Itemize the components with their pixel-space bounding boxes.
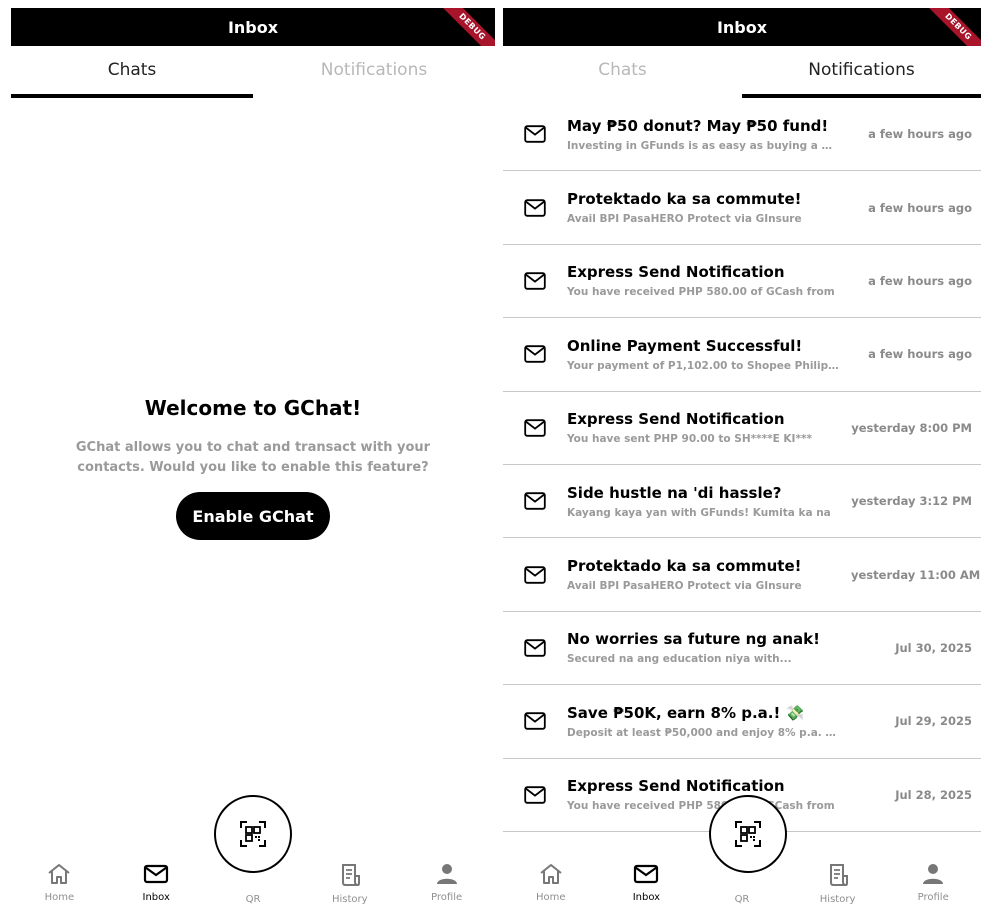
notification-body: Secured na ang education niya with...: [567, 653, 792, 666]
notification-title: No worries sa future ng anak!: [567, 630, 821, 649]
qr-scan-icon: [240, 821, 266, 847]
notification-item[interactable]: Protektado ka sa commute! Avail BPI PasaH…: [503, 538, 981, 612]
nav-history[interactable]: History: [301, 850, 398, 916]
mail-icon: [503, 786, 567, 804]
notification-time: a few hours ago: [868, 347, 972, 362]
notification-title: Express Send Notification: [567, 777, 785, 796]
nav-label: Inbox: [632, 892, 661, 903]
notification-time: a few hours ago: [868, 200, 972, 215]
nav-profile[interactable]: Profile: [398, 850, 495, 916]
notification-time: Jul 30, 2025: [895, 640, 972, 655]
nav-label: History: [819, 894, 856, 905]
notification-item[interactable]: Side hustle na 'di hassle? Kayang kaya ya…: [503, 465, 981, 539]
tab-chats[interactable]: Chats: [11, 46, 253, 98]
app-bar: Inbox: [503, 8, 981, 46]
notifications-screen: Inbox DEBUG Chats Notifications May ₱50 …: [503, 8, 981, 916]
mail-icon: [503, 712, 567, 731]
notification-item[interactable]: No worries sa future ng anak! Secured na …: [503, 612, 981, 686]
tab-notifications[interactable]: Notifications: [742, 46, 981, 98]
nav-inbox[interactable]: Inbox: [108, 850, 205, 916]
nav-label: Home: [44, 892, 75, 903]
tab-bar: Chats Notifications: [503, 46, 981, 98]
notification-title: Online Payment Successful!: [567, 336, 803, 355]
mail-icon: [503, 639, 567, 657]
home-icon: [48, 864, 71, 884]
welcome-description: GChat allows you to chat and transact wi…: [75, 440, 431, 475]
notification-title: May ₱50 donut? May ₱50 fund!: [567, 116, 829, 135]
mail-icon: [503, 345, 567, 364]
notification-time: Jul 28, 2025: [895, 787, 972, 802]
notification-time: Jul 29, 2025: [895, 714, 972, 729]
notification-body: Kayang kaya yan with GFunds! Kumita ka n…: [567, 506, 831, 519]
notification-item[interactable]: Express Send Notification You have sent P…: [503, 392, 981, 465]
qr-scan-button[interactable]: [709, 795, 787, 873]
notification-title: Side hustle na 'di hassle?: [567, 483, 782, 502]
mail-icon: [503, 198, 567, 217]
page-title: Inbox: [227, 17, 279, 37]
mail-icon: [144, 864, 169, 884]
notification-body: You have received PHP 580.00 of GCash fr…: [567, 286, 835, 299]
notification-body: Avail BPI PasaHERO Protect via GInsure: [567, 213, 802, 226]
mail-icon: [503, 272, 567, 290]
nav-label: Home: [536, 892, 566, 903]
mail-icon: [503, 492, 567, 510]
nav-label: Profile: [917, 892, 949, 903]
nav-label: Inbox: [142, 892, 170, 903]
tab-notifications[interactable]: Notifications: [253, 46, 495, 98]
notification-body: You have received PHP 580.00 of GCash fr…: [567, 800, 835, 813]
nav-history[interactable]: History: [790, 850, 886, 916]
notification-time: a few hours ago: [868, 273, 972, 288]
page-title: Inbox: [716, 17, 768, 37]
nav-label: Profile: [431, 892, 463, 903]
nav-profile[interactable]: Profile: [885, 850, 981, 916]
welcome-title: Welcome to GChat!: [144, 396, 362, 420]
tab-chats[interactable]: Chats: [503, 46, 742, 98]
notification-body: Investing in GFunds is as easy as buying…: [567, 139, 839, 152]
notification-time: yesterday 8:00 PM: [851, 420, 972, 435]
nav-label: History: [332, 894, 368, 905]
notification-title: Express Send Notification: [567, 263, 785, 282]
qr-scan-icon: [735, 821, 761, 847]
gchat-welcome: Welcome to GChat! GChat allows you to ch…: [11, 396, 495, 540]
mail-icon: [503, 565, 567, 584]
mail-icon: [503, 125, 567, 143]
notification-time: a few hours ago: [868, 127, 972, 142]
person-icon: [923, 864, 944, 884]
tab-bar: Chats Notifications: [11, 46, 495, 98]
person-icon: [436, 864, 457, 884]
mail-icon: [634, 864, 659, 884]
mail-icon: [503, 419, 567, 437]
notification-item[interactable]: Online Payment Successful! Your payment o…: [503, 318, 981, 392]
nav-label: QR: [734, 894, 750, 905]
app-bar: Inbox: [11, 8, 495, 46]
notification-item[interactable]: Express Send Notification You have receiv…: [503, 245, 981, 319]
notification-item[interactable]: Protektado ka sa commute! Avail BPI PasaH…: [503, 171, 981, 245]
notification-item[interactable]: May ₱50 donut? May ₱50 fund! Investing in…: [503, 98, 981, 172]
notification-title: Express Send Notification: [567, 410, 785, 429]
notification-item[interactable]: Save ₱50K, earn 8% p.a.! 💸 Deposit at lea…: [503, 685, 981, 759]
notification-time: yesterday 11:00 AM: [851, 567, 981, 582]
qr-scan-button[interactable]: [214, 795, 292, 873]
notification-body: Your payment of P1,102.00 to Shopee Phil…: [567, 359, 839, 372]
home-icon: [540, 864, 562, 884]
nav-inbox[interactable]: Inbox: [599, 850, 695, 916]
notification-title: Protektado ka sa commute!: [567, 190, 802, 209]
notification-body: Avail BPI PasaHERO Protect via GInsure: [567, 580, 802, 593]
chats-screen: Inbox DEBUG Chats Notifications Welcome …: [11, 8, 495, 916]
enable-gchat-button[interactable]: Enable GChat: [176, 492, 330, 540]
nav-label: QR: [245, 894, 261, 905]
notification-list: May ₱50 donut? May ₱50 fund! Investing in…: [503, 98, 981, 832]
notification-title: Save ₱50K, earn 8% p.a.! 💸: [567, 703, 805, 722]
notification-body: You have sent PHP 90.00 to SH****E KI***: [567, 433, 812, 446]
receipt-icon: [829, 864, 848, 886]
nav-home[interactable]: Home: [11, 850, 108, 916]
notification-time: yesterday 3:12 PM: [851, 494, 972, 509]
nav-home[interactable]: Home: [503, 850, 599, 916]
notification-body: Deposit at least ₱50,000 and enjoy 8% p.…: [567, 726, 839, 739]
receipt-icon: [341, 864, 360, 886]
notification-title: Protektado ka sa commute!: [567, 557, 802, 576]
